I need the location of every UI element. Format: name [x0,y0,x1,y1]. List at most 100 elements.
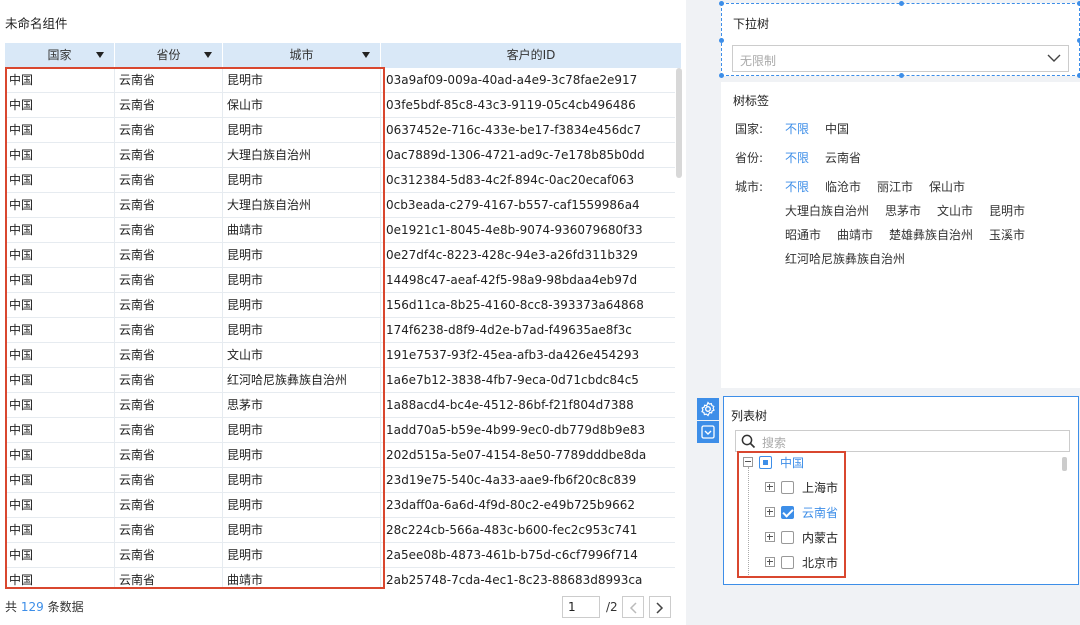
expand-toggle-icon[interactable] [765,507,775,517]
cell-province: 云南省 [115,443,223,467]
table-row[interactable]: 中国 云南省 昆明市 23d19e75-540c-4a33-aae9-fb6f20c8… [5,468,675,493]
dropdown-tree-select[interactable]: 无限制 [732,45,1069,72]
tag-item[interactable]: 丽江市 [877,178,913,195]
column-header-customer-id[interactable]: 客户的ID [381,43,681,68]
resize-handle[interactable] [899,73,904,78]
tag-item[interactable]: 昆明市 [989,202,1025,219]
tag-item[interactable]: 云南省 [825,149,861,166]
table-row[interactable]: 中国 云南省 曲靖市 0e1921c1-8045-4e8b-9074-93607968… [5,218,675,243]
table-row[interactable]: 中国 云南省 昆明市 174f6238-d8f9-4d2e-b7ad-f49635ae… [5,318,675,343]
tree-search-input[interactable]: 搜索 [735,430,1070,452]
tag-unlimited[interactable]: 不限 [785,178,809,195]
sort-dropdown-icon[interactable] [96,52,104,58]
cell-country: 中国 [5,218,115,242]
table-row[interactable]: 中国 云南省 昆明市 202d515a-5e07-4154-8e50-7789dddb… [5,443,675,468]
collapse-button[interactable] [697,421,719,443]
cell-customer-id: 0ac7889d-1306-4721-ad9c-7e178b85b0dd [386,148,645,162]
column-header-province[interactable]: 省份 [115,43,223,68]
list-tree: 中国上海市云南省内蒙古北京市 [743,453,1069,577]
tag-unlimited[interactable]: 不限 [785,149,809,166]
tag-unlimited[interactable]: 不限 [785,120,809,137]
cell-customer-id: 0637452e-716c-433e-be17-f3834e456dc7 [386,123,642,137]
cell-country: 中国 [5,443,115,467]
table-row[interactable]: 中国 云南省 昆明市 1add70a5-b59e-4b99-9ec0-db779d8b… [5,418,675,443]
tag-item[interactable]: 文山市 [937,202,973,219]
gear-icon [701,401,715,417]
table-row[interactable]: 中国 云南省 大理白族自治州 0ac7889d-1306-4721-ad9c-7e17… [5,143,675,168]
cell-province: 云南省 [115,468,223,492]
tree-node[interactable]: 云南省 [765,503,838,521]
cell-city: 昆明市 [223,443,381,467]
prev-page-button[interactable] [621,596,644,618]
table-row[interactable]: 中国 云南省 曲靖市 2ab25748-7cda-4ec1-8c23-88683d89… [5,568,675,587]
expand-toggle-icon[interactable] [765,482,775,492]
tag-item[interactable]: 曲靖市 [837,226,873,243]
tree-node[interactable]: 内蒙古 [765,528,838,546]
tree-checkbox[interactable] [759,455,772,469]
table-row[interactable]: 中国 云南省 思茅市 1a88acd4-bc4e-4512-86bf-f21f804d… [5,393,675,418]
tree-node[interactable]: 北京市 [765,553,838,571]
tag-item[interactable]: 临沧市 [825,178,861,195]
tag-item[interactable]: 大理白族自治州 [785,202,869,219]
table-row[interactable]: 中国 云南省 大理白族自治州 0cb3eada-c279-4167-b557-caf1… [5,193,675,218]
table-row[interactable]: 中国 云南省 昆明市 156d11ca-8b25-4160-8cc8-393373a6… [5,293,675,318]
tag-item[interactable]: 玉溪市 [989,226,1025,243]
resize-handle[interactable] [719,38,724,43]
page-number-input[interactable] [562,596,600,618]
table-row[interactable]: 中国 云南省 保山市 03fe5bdf-85c8-43c3-9119-05c4cb49… [5,93,675,118]
tag-item[interactable]: 昭通市 [785,226,821,243]
cell-country: 中国 [5,543,115,567]
cell-city: 昆明市 [223,118,381,142]
tag-item[interactable]: 思茅市 [885,202,921,219]
cell-country: 中国 [5,518,115,542]
sort-dropdown-icon[interactable] [362,52,370,58]
resize-handle[interactable] [899,1,904,6]
next-page-button[interactable] [648,596,671,618]
tag-item[interactable]: 保山市 [929,178,965,195]
cell-province: 云南省 [115,493,223,517]
tag-item[interactable]: 红河哈尼族彝族自治州 [785,250,905,267]
resize-handle[interactable] [719,73,724,78]
tree-checkbox[interactable] [781,555,794,569]
column-header-country[interactable]: 国家 [5,43,115,68]
tag-item[interactable]: 中国 [825,120,849,137]
cell-province: 云南省 [115,368,223,392]
dropdown-tree-widget[interactable]: 下拉树 无限制 [719,1,1080,78]
tree-node[interactable]: 上海市 [765,478,838,496]
tree-scrollbar[interactable] [1062,457,1067,471]
cell-customer-id: 14498c47-aeaf-42f5-98a9-98bdaa4eb97d [386,273,638,287]
cell-city: 曲靖市 [223,568,381,587]
table-row[interactable]: 中国 云南省 昆明市 2a5ee08b-4873-461b-b75d-c6cf7996… [5,543,675,568]
table-row[interactable]: 中国 云南省 昆明市 0e27df4c-8223-428c-94e3-a26fd311… [5,243,675,268]
settings-button[interactable] [697,398,719,420]
cell-province: 云南省 [115,193,223,217]
table-row[interactable]: 中国 云南省 昆明市 28c224cb-566a-483c-b600-fec2c953… [5,518,675,543]
table-row[interactable]: 中国 云南省 昆明市 03a9af09-009a-40ad-a4e9-3c78fae2… [5,68,675,93]
table-scrollbar[interactable] [676,68,682,178]
tree-node-root[interactable]: 中国 [743,453,804,471]
expand-toggle-icon[interactable] [765,532,775,542]
cell-city: 昆明市 [223,468,381,492]
table-row[interactable]: 中国 云南省 昆明市 0c312384-5d83-4c2f-894c-0ac20eca… [5,168,675,193]
table-row[interactable]: 中国 云南省 红河哈尼族彝族自治州 1a6e7b12-3838-4fb7-9eca-0… [5,368,675,393]
collapse-toggle-icon[interactable] [743,457,753,467]
cell-customer-id: 191e7537-93f2-45ea-afb3-da426e454293 [386,348,640,362]
cell-country: 中国 [5,468,115,492]
cell-province: 云南省 [115,168,223,192]
table-row[interactable]: 中国 云南省 文山市 191e7537-93f2-45ea-afb3-da426e45… [5,343,675,368]
table-row[interactable]: 中国 云南省 昆明市 14498c47-aeaf-42f5-98a9-98bdaa4e… [5,268,675,293]
table-row[interactable]: 中国 云南省 昆明市 0637452e-716c-433e-be17-f3834e45… [5,118,675,143]
cell-city: 红河哈尼族彝族自治州 [223,368,381,392]
expand-toggle-icon[interactable] [765,557,775,567]
tree-checkbox[interactable] [781,480,794,494]
tag-item[interactable]: 楚雄彝族自治州 [889,226,973,243]
cell-customer-id: 1a88acd4-bc4e-4512-86bf-f21f804d7388 [386,398,634,412]
cell-customer-id: 03fe5bdf-85c8-43c3-9119-05c4cb496486 [386,98,636,112]
cell-country: 中国 [5,418,115,442]
resize-handle[interactable] [719,1,724,6]
tree-checkbox[interactable] [781,505,794,519]
column-header-city[interactable]: 城市 [223,43,381,68]
sort-dropdown-icon[interactable] [204,52,212,58]
table-row[interactable]: 中国 云南省 昆明市 23daff0a-6a6d-4f9d-80c2-e49b725b… [5,493,675,518]
tree-checkbox[interactable] [781,530,794,544]
